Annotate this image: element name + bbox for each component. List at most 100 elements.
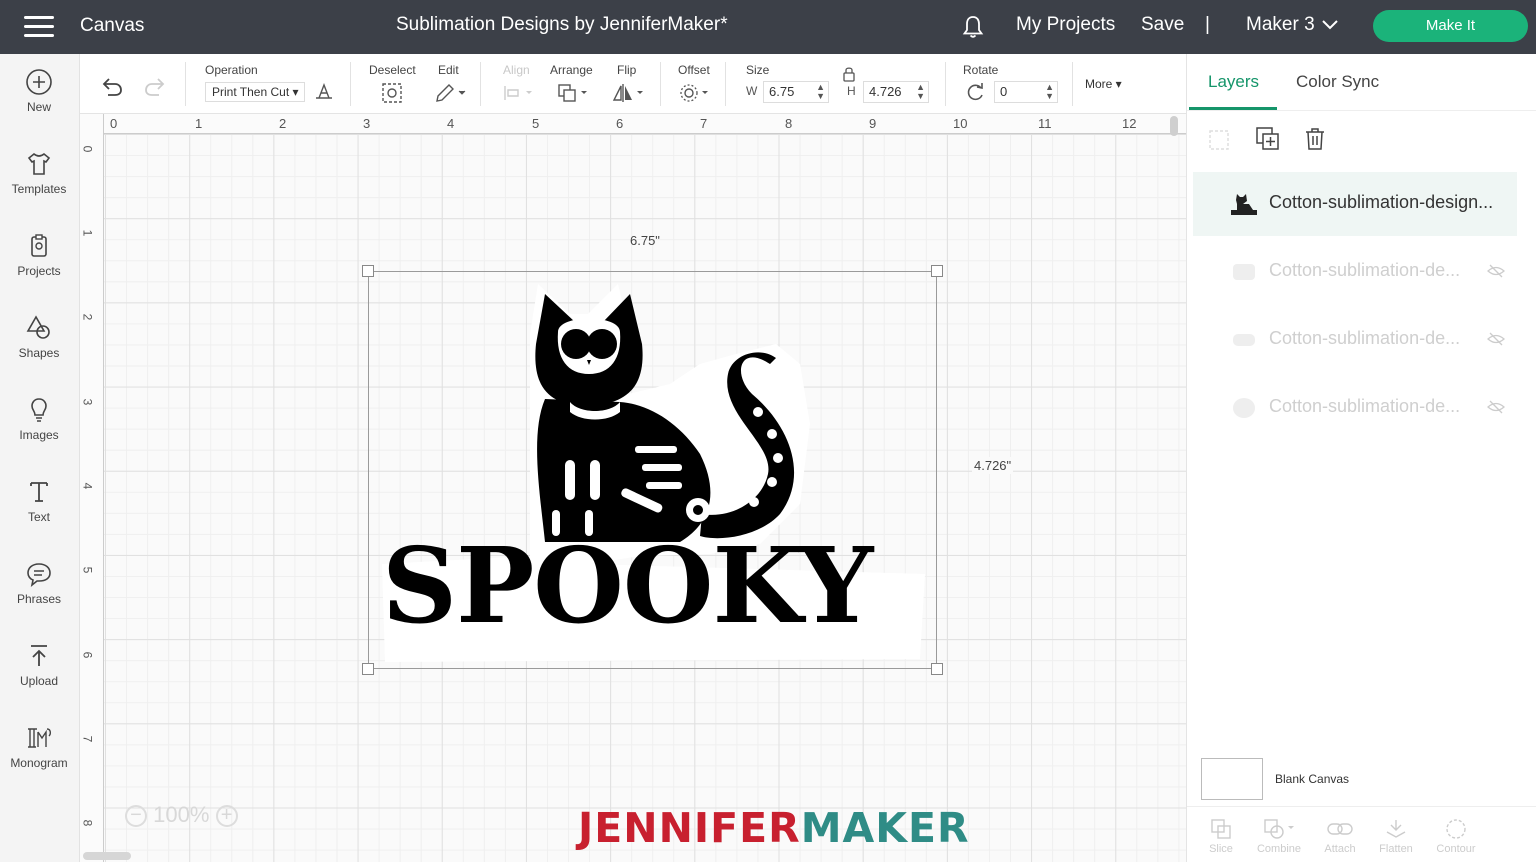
sidebar-item-text[interactable]: Text [0, 478, 78, 524]
height-dimension-label: 4.726" [972, 457, 1014, 474]
layer-thumbnail-icon [1233, 264, 1255, 280]
redo-icon[interactable] [143, 76, 167, 98]
sidebar-label: Projects [17, 264, 61, 278]
attach-button[interactable]: Attach [1310, 817, 1370, 855]
top-separator: | [1205, 14, 1210, 35]
blank-canvas-swatch[interactable] [1201, 758, 1263, 800]
offset-label: Offset [678, 63, 710, 77]
design-canvas[interactable]: 0 1 2 3 4 5 6 7 8 9 10 11 12 0 1 2 3 4 5… [80, 114, 1186, 862]
more-button[interactable]: More ▾ [1085, 77, 1122, 91]
layer-name: Cotton-sublimation-de... [1269, 396, 1461, 416]
width-input[interactable]: 6.75 ▲ ▼ [763, 81, 829, 103]
width-stepper[interactable]: ▲ ▼ [816, 83, 825, 101]
blank-canvas-label: Blank Canvas [1275, 772, 1350, 786]
duplicate-icon[interactable] [1255, 126, 1281, 152]
zoom-control: − 100% + [125, 802, 238, 828]
app-title: Canvas [80, 15, 145, 36]
sidebar-label: Text [27, 510, 50, 524]
ruler-number: 9 [869, 116, 877, 131]
attach-icon [1327, 823, 1353, 835]
hamburger-menu-icon[interactable] [24, 16, 54, 38]
deselect-label: Deselect [369, 63, 416, 77]
operation-select[interactable]: Print Then Cut ▾ [205, 82, 305, 102]
lock-icon[interactable] [842, 66, 856, 82]
more-label: More [1085, 77, 1113, 91]
layer-row[interactable]: Cotton-sublimation-de... [1193, 240, 1517, 304]
hidden-eye-icon[interactable] [1487, 264, 1505, 278]
sidebar-item-monogram[interactable]: Monogram [0, 724, 78, 770]
ruler-number: 5 [80, 566, 95, 574]
hidden-eye-icon[interactable] [1487, 400, 1505, 414]
flatten-button[interactable]: Flatten [1366, 817, 1426, 855]
rotate-stepper[interactable]: ▲ ▼ [1045, 83, 1054, 101]
toolbar-divider [945, 62, 946, 106]
zoom-in-icon[interactable]: + [215, 805, 238, 828]
save-button[interactable]: Save [1141, 14, 1184, 36]
sidebar-item-upload[interactable]: Upload [0, 642, 78, 688]
sidebar-item-shapes[interactable]: Shapes [0, 314, 78, 360]
hidden-eye-icon[interactable] [1487, 332, 1505, 346]
height-stepper[interactable]: ▲ ▼ [916, 83, 925, 101]
plus-circle-icon [26, 69, 52, 95]
brand-part-jennifer: JENNIFER [578, 804, 801, 852]
resize-handle-top-right[interactable] [931, 265, 943, 277]
sidebar-item-projects[interactable]: Projects [0, 232, 78, 278]
deselect-icon[interactable] [381, 82, 403, 104]
slice-button[interactable]: Slice [1191, 817, 1251, 855]
delete-trash-icon[interactable] [1303, 126, 1327, 152]
my-projects-link[interactable]: My Projects [1016, 14, 1115, 36]
layer-row[interactable]: Cotton-sublimation-de... [1193, 376, 1517, 440]
sidebar-item-new[interactable]: New [0, 68, 78, 114]
resize-handle-bottom-left[interactable] [362, 663, 374, 675]
sidebar-label: Images [19, 428, 59, 442]
upload-icon [31, 645, 47, 666]
undo-icon[interactable] [100, 76, 124, 98]
machine-selector[interactable]: Maker 3 [1246, 14, 1339, 36]
arrange-icon[interactable] [556, 82, 590, 104]
layer-row[interactable]: Cotton-sublimation-design... [1193, 172, 1517, 236]
sidebar-item-templates[interactable]: Templates [0, 150, 78, 196]
notification-bell-icon[interactable] [960, 14, 986, 40]
ruler-number: 11 [1038, 116, 1052, 131]
text-icon [30, 482, 48, 502]
tab-color-sync[interactable]: Color Sync [1296, 72, 1379, 92]
resize-handle-bottom-right[interactable] [931, 663, 943, 675]
ruler-number: 3 [80, 398, 95, 406]
layer-thumbnail-icon [1233, 398, 1255, 418]
align-icon [504, 86, 532, 100]
height-label: H [847, 84, 856, 98]
make-it-button[interactable]: Make It [1373, 10, 1528, 42]
horizontal-scrollbar[interactable] [83, 852, 131, 860]
offset-icon[interactable] [678, 82, 712, 104]
sidebar-item-images[interactable]: Images [0, 396, 78, 442]
ruler-number: 4 [80, 482, 95, 490]
lightbulb-icon [31, 398, 47, 422]
size-label: Size [746, 63, 770, 77]
rotate-input[interactable]: 0 ▲ ▼ [994, 81, 1058, 103]
monogram-icon [28, 728, 52, 748]
document-title: Sublimation Designs by JenniferMaker* [396, 14, 728, 35]
vertical-scrollbar[interactable] [1170, 116, 1178, 136]
edit-pencil-icon[interactable] [434, 82, 468, 104]
flip-icon[interactable] [612, 82, 646, 104]
height-input[interactable]: 4.726 ▲ ▼ [863, 81, 929, 103]
rotate-icon[interactable] [964, 81, 986, 103]
layer-thumbnail-icon [1231, 194, 1257, 215]
sidebar-item-phrases[interactable]: Phrases [0, 560, 78, 606]
combine-button[interactable]: Combine [1249, 817, 1309, 855]
layer-row[interactable]: Cotton-sublimation-de... [1193, 308, 1517, 372]
jennifermaker-watermark: JENNIFERMAKER [578, 804, 970, 852]
contour-label: Contour [1436, 843, 1476, 855]
ruler-number: 0 [110, 116, 118, 131]
left-sidebar: New Templates Projects Shapes Images Tex… [0, 54, 80, 862]
width-value: 6.75 [769, 84, 795, 99]
brand-part-maker: MAKER [800, 804, 970, 852]
ruler-number: 1 [80, 229, 95, 237]
contour-button[interactable]: Contour [1426, 817, 1486, 855]
ruler-number: 6 [616, 116, 624, 131]
tab-layers[interactable]: Layers [1208, 72, 1259, 92]
resize-handle-top-left[interactable] [362, 265, 374, 277]
sidebar-label: Upload [19, 674, 59, 688]
layer-name: Cotton-sublimation-de... [1269, 260, 1461, 280]
zoom-out-icon[interactable]: − [125, 805, 147, 828]
